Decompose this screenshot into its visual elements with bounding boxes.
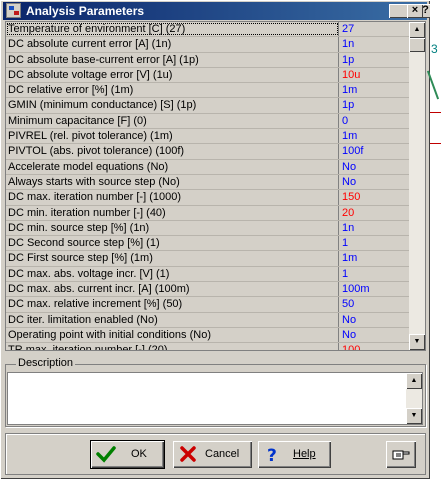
parameter-value[interactable]: 50 [340, 297, 414, 311]
parameter-value[interactable]: 27 [340, 22, 414, 36]
parameter-name: DC relative error [%] (1m) [6, 83, 339, 98]
parameter-name: DC absolute current error [A] (1n) [6, 37, 339, 52]
parameter-row[interactable]: DC iter. limitation enabled (No) No [6, 312, 425, 328]
parameter-value[interactable]: 150 [340, 190, 414, 204]
parameter-value[interactable]: No [340, 313, 414, 327]
parameter-value[interactable]: 10u [340, 68, 414, 82]
schematic-wire [430, 112, 441, 113]
parameter-value[interactable]: No [340, 160, 414, 174]
extra-button[interactable] [386, 441, 416, 468]
parameter-row[interactable]: DC Second source step [%] (1) 1 [6, 236, 425, 252]
parameter-name: DC max. relative increment [%] (50) [6, 297, 339, 312]
parameter-name: TR max. iteration number [-] (20) [6, 343, 339, 350]
svg-text:?: ? [267, 446, 277, 463]
parameter-name: DC absolute voltage error [V] (1u) [6, 67, 339, 83]
desc-scroll-down-arrow-icon[interactable]: ▼ [406, 408, 422, 424]
parameter-value[interactable]: 1p [340, 53, 414, 67]
parameter-value[interactable]: 0 [340, 114, 414, 128]
parameter-row[interactable]: DC First source step [%] (1m) 1m [6, 251, 425, 267]
parameter-name: DC min. source step [%] (1n) [6, 220, 339, 236]
parameter-row[interactable]: DC max. iteration number [-] (1000) 150 [6, 190, 425, 206]
parameter-value[interactable]: 1p [340, 98, 414, 112]
description-textarea[interactable]: ▲ ▼ [7, 372, 423, 425]
window-title: Analysis Parameters [26, 4, 145, 18]
scroll-up-arrow-icon[interactable]: ▲ [409, 22, 425, 38]
parameter-value[interactable]: 100f [340, 144, 414, 158]
parameter-row[interactable]: Operating point with initial conditions … [6, 327, 425, 344]
parameter-value[interactable]: 1n [340, 37, 414, 51]
parameter-row[interactable]: GMIN (minimum conductance) [S] (1p) 1p [6, 98, 425, 114]
parameter-name: DC max. iteration number [-] (1000) [6, 190, 339, 205]
parameter-name: PIVTOL (abs. pivot tolerance) (100f) [6, 144, 339, 159]
parameter-name: DC Second source step [%] (1) [6, 236, 339, 251]
parameter-row[interactable]: Always starts with source step (No) No [6, 174, 425, 191]
cancel-button[interactable]: Cancel [173, 441, 252, 468]
parameter-name: PIVREL (rel. pivot tolerance) (1m) [6, 129, 339, 144]
analysis-parameters-dialog: Analysis Parameters ? × Temperature of e… [0, 0, 441, 479]
scroll-thumb[interactable] [409, 38, 425, 52]
parameter-name: Operating point with initial conditions … [6, 327, 339, 343]
parameter-name: Accelerate model equations (No) [6, 159, 339, 174]
title-close-button[interactable]: × [407, 4, 423, 18]
parameter-row[interactable]: PIVREL (rel. pivot tolerance) (1m) 1m [6, 129, 425, 145]
background-schematic: 3 [426, 0, 441, 479]
parameter-row[interactable]: DC absolute current error [A] (1n) 1n [6, 37, 425, 53]
parameter-name: GMIN (minimum conductance) [S] (1p) [6, 98, 339, 113]
parameter-name: DC min. iteration number [-] (40) [6, 205, 339, 220]
parameter-row[interactable]: DC max. abs. current incr. [A] (100m) 100… [6, 282, 425, 298]
parameter-name: DC absolute base-current error [A] (1p) [6, 52, 339, 67]
parameter-value[interactable]: 1m [340, 83, 414, 97]
parameter-value[interactable]: 100 [340, 343, 414, 350]
parameter-row[interactable]: DC absolute voltage error [V] (1u) 10u [6, 67, 425, 84]
parameter-row[interactable]: PIVTOL (abs. pivot tolerance) (100f) 100f [6, 144, 425, 160]
parameter-row[interactable]: DC absolute base-current error [A] (1p) 1… [6, 52, 425, 68]
description-scrollbar[interactable]: ▲ ▼ [406, 373, 422, 424]
ok-label: OK [131, 448, 147, 460]
question-mark-icon: ? [267, 446, 277, 463]
app-icon [6, 3, 21, 18]
parameter-name: Temperature of environment [C] (27) [6, 22, 339, 37]
parameter-value[interactable]: 100m [340, 282, 414, 296]
parameter-name: DC max. abs. voltage incr. [V] (1) [6, 266, 339, 282]
parameter-row[interactable]: DC relative error [%] (1m) 1m [6, 83, 425, 99]
parameter-value[interactable]: 1n [340, 221, 414, 235]
parameter-row[interactable]: Minimum capacitance [F] (0) 0 [6, 113, 425, 130]
parameter-value[interactable]: No [340, 328, 414, 342]
parameter-row[interactable]: DC max. abs. voltage incr. [V] (1) 1 [6, 266, 425, 283]
parameter-rows: Temperature of environment [C] (27) 27 DC … [6, 22, 425, 350]
parameter-row[interactable]: DC max. relative increment [%] (50) 50 [6, 297, 425, 313]
pointing-hand-icon [392, 450, 410, 460]
parameter-name: DC max. abs. current incr. [A] (100m) [6, 282, 339, 297]
x-icon [180, 446, 196, 462]
cancel-label: Cancel [205, 448, 240, 460]
schematic-fragment: 3 [431, 42, 438, 56]
grid-scrollbar[interactable]: ▲ ▼ [409, 22, 425, 350]
parameter-value[interactable]: No [340, 175, 414, 189]
parameter-name: Minimum capacitance [F] (0) [6, 113, 339, 129]
parameter-row[interactable]: TR max. iteration number [-] (20) 100 [6, 343, 425, 350]
schematic-wire [430, 143, 441, 144]
description-label: Description [16, 357, 76, 369]
checkmark-icon [96, 446, 116, 463]
parameter-value[interactable]: 20 [340, 206, 414, 220]
parameter-value[interactable]: 1 [340, 236, 414, 250]
parameter-value[interactable]: 1m [340, 251, 414, 265]
help-label: Help [293, 448, 316, 460]
parameter-row[interactable]: Temperature of environment [C] (27) 27 [6, 22, 425, 38]
parameter-grid: Temperature of environment [C] (27) 27 DC … [5, 21, 426, 351]
parameter-name: DC First source step [%] (1m) [6, 251, 339, 266]
description-text [8, 373, 422, 377]
parameter-name: Always starts with source step (No) [6, 174, 339, 190]
parameter-value[interactable]: 1m [340, 129, 414, 143]
parameter-row[interactable]: DC min. source step [%] (1n) 1n [6, 220, 425, 237]
desc-scroll-up-arrow-icon[interactable]: ▲ [406, 373, 422, 389]
parameter-row[interactable]: DC min. iteration number [-] (40) 20 [6, 205, 425, 221]
help-button[interactable]: ? Help [258, 441, 331, 468]
parameter-row[interactable]: Accelerate model equations (No) No [6, 159, 425, 175]
scroll-down-arrow-icon[interactable]: ▼ [409, 334, 425, 350]
ok-button[interactable]: OK [90, 440, 165, 469]
title-bar[interactable]: Analysis Parameters ? × [3, 2, 441, 20]
parameter-name: DC iter. limitation enabled (No) [6, 312, 339, 327]
parameter-value[interactable]: 1 [340, 267, 414, 281]
